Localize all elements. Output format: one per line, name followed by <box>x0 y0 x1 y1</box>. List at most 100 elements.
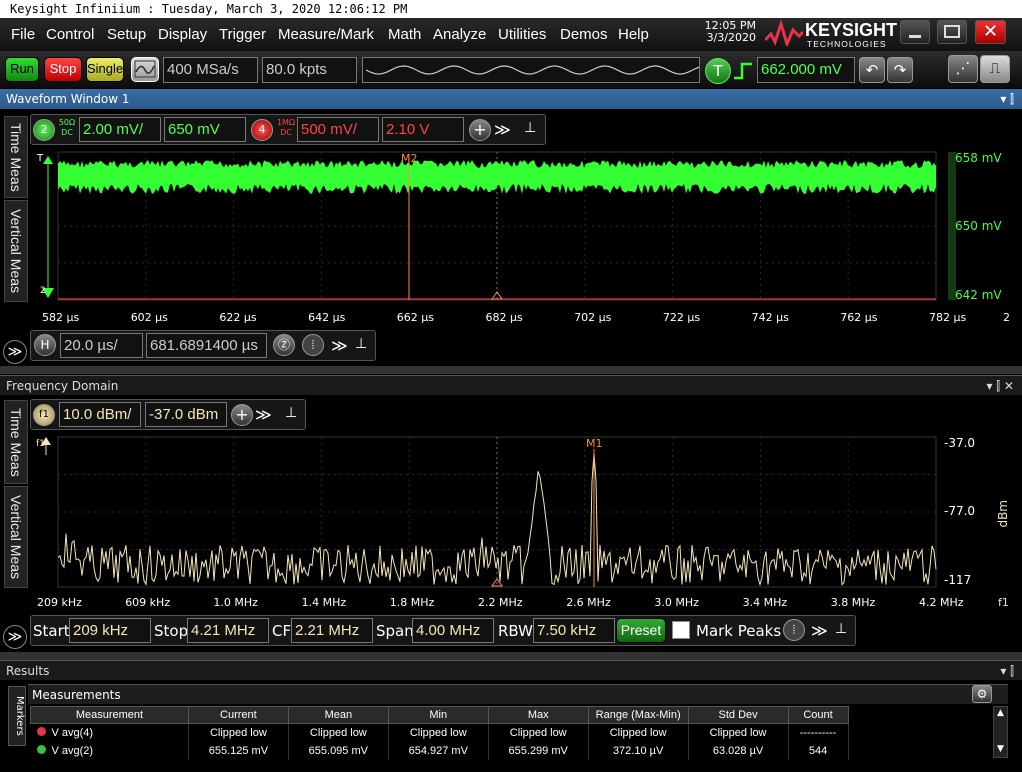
menu-display[interactable]: Display <box>158 26 207 43</box>
splitter[interactable] <box>0 366 1022 374</box>
logo-wave-icon <box>765 20 803 46</box>
marker-m2[interactable]: M2 <box>401 152 418 165</box>
minimize-button[interactable] <box>900 20 930 44</box>
undo-button[interactable]: ↶ <box>859 57 885 83</box>
waveform-graticule[interactable] <box>30 148 1022 308</box>
pin-freq-icon[interactable]: ⊥ <box>835 621 847 637</box>
time-scale-field[interactable]: 20.0 µs/ <box>60 333 143 358</box>
ch2-scale-field[interactable]: 2.00 mV/ <box>79 117 161 142</box>
time-position-field[interactable]: 681.6891400 µs <box>146 333 267 358</box>
ch4-scale-field[interactable]: 500 mV/ <box>297 117 379 142</box>
span-field[interactable]: 4.00 MHz <box>412 618 494 643</box>
col-max[interactable]: Max <box>487 706 589 724</box>
freq-window-controls[interactable]: ▾ ⫿ ✕ <box>986 376 1014 396</box>
memory-depth-field[interactable]: 80.0 kpts <box>262 57 357 83</box>
menu-utilities[interactable]: Utilities <box>498 26 546 43</box>
cell-std: 63.028 µV <box>688 741 789 760</box>
freq-tab-time-meas[interactable]: Time Meas <box>4 400 28 484</box>
sample-rate-field[interactable]: 400 MSa/s <box>163 57 258 83</box>
menu-help[interactable]: Help <box>618 26 649 43</box>
ch4-badge[interactable]: 4 <box>251 119 273 141</box>
center-frequency-field[interactable]: 2.21 MHz <box>291 618 373 643</box>
stop-field[interactable]: 4.21 MHz <box>187 618 269 643</box>
redo-button[interactable]: ↷ <box>887 57 913 83</box>
col-min[interactable]: Min <box>387 706 489 724</box>
pin-horizontal-icon[interactable]: ⊥ <box>355 336 367 352</box>
menu-control[interactable]: Control <box>46 26 94 43</box>
trigger-level-field[interactable]: 662.000 mV <box>757 57 855 83</box>
menu-setup[interactable]: Setup <box>107 26 146 43</box>
tab-time-meas[interactable]: Time Meas <box>4 116 28 198</box>
ch4-offset-field[interactable]: 2.10 V <box>382 117 464 142</box>
freq-tab-vertical-meas[interactable]: Vertical Meas <box>4 486 28 588</box>
menu-analyze[interactable]: Analyze <box>433 26 486 43</box>
pin-channel-icon[interactable]: ⊥ <box>524 120 536 136</box>
trigger-badge[interactable]: T <box>705 58 731 84</box>
expand-freq-icon[interactable]: ≫ <box>811 621 828 640</box>
waveform-window-title: Waveform Window 1 <box>6 92 130 106</box>
rising-edge-icon[interactable] <box>732 60 754 82</box>
f1-scale-field[interactable]: 10.0 dBm/ <box>59 402 141 427</box>
expand-horizontal-icon[interactable]: ≫ <box>331 336 348 355</box>
pin-f1-icon[interactable]: ⊥ <box>285 405 297 421</box>
freq-x-suffix: f1 <box>998 596 1009 609</box>
menu-math[interactable]: Math <box>388 26 421 43</box>
col-count[interactable]: Count <box>787 706 849 724</box>
settings-button[interactable]: ⚙ <box>972 685 992 703</box>
stop-button[interactable]: Stop <box>44 57 82 82</box>
markers-tab[interactable]: Markers <box>8 686 26 746</box>
col-std-dev[interactable]: Std Dev <box>687 706 789 724</box>
col-current[interactable]: Current <box>187 706 289 724</box>
autoscale-button[interactable] <box>131 57 159 82</box>
col-range[interactable]: Range (Max-Min) <box>587 706 689 724</box>
f1-badge[interactable]: f1 <box>33 404 55 426</box>
mark-peaks-checkbox[interactable] <box>672 621 690 639</box>
preset-button[interactable]: Preset <box>616 618 666 643</box>
results-scrollbar[interactable]: ▲ ▼ <box>993 706 1008 758</box>
pin-icon[interactable]: ▾ ⫿ <box>1000 89 1014 109</box>
close-button[interactable]: ✕ <box>975 20 1006 44</box>
navigate-freq-button[interactable]: ⦙ <box>783 619 805 641</box>
expand-side-icon[interactable]: ≫ <box>3 340 27 364</box>
table-row[interactable]: V avg(2) 655.125 mV 655.095 mV 654.927 m… <box>30 741 993 760</box>
touch-mode-button[interactable]: ⎍ <box>980 55 1010 83</box>
ch2-offset-field[interactable]: 650 mV <box>164 117 246 142</box>
marker-m1[interactable]: M1 <box>586 437 603 450</box>
measurements-bar: Measurements <box>28 684 1008 704</box>
spectrum-graticule[interactable] <box>30 433 1022 593</box>
time-tick-label: 742 µs <box>751 311 789 324</box>
waveform-overview[interactable] <box>362 57 700 83</box>
expand-icon[interactable]: ≫ <box>494 120 511 139</box>
run-button[interactable]: Run <box>5 57 39 82</box>
freq-window-header: Frequency Domain ▾ ⫿ ✕ <box>0 375 1022 395</box>
add-function-button[interactable]: + <box>231 404 253 426</box>
horizontal-badge[interactable]: H <box>34 334 56 356</box>
expand-f1-icon[interactable]: ≫ <box>255 405 272 424</box>
f1-offset-field[interactable]: -37.0 dBm <box>145 402 227 427</box>
layout-button[interactable]: ⋰ <box>948 55 978 83</box>
menu-measure-mark[interactable]: Measure/Mark <box>278 26 374 43</box>
menu-trigger[interactable]: Trigger <box>219 26 266 43</box>
freq-tick-label: 609 kHz <box>125 596 171 609</box>
measurements-table: Measurement Current Mean Min Max Range (… <box>30 706 992 760</box>
col-mean[interactable]: Mean <box>287 706 389 724</box>
rbw-field[interactable]: 7.50 kHz <box>533 618 615 643</box>
cell-mean: 655.095 mV <box>288 741 389 760</box>
ch4-badge-label: 4 <box>258 123 266 136</box>
start-field[interactable]: 209 kHz <box>69 618 151 643</box>
zoom-button[interactable]: Ⓩ <box>273 334 295 356</box>
maximize-button[interactable] <box>937 20 967 44</box>
ch2-badge[interactable]: 2 <box>33 119 55 141</box>
add-channel-button[interactable]: + <box>469 119 491 141</box>
results-controls[interactable]: ▾ ⫿ <box>1000 661 1014 681</box>
menu-file[interactable]: File <box>11 26 35 43</box>
splitter-2[interactable] <box>0 652 1022 660</box>
expand-freq-side-icon[interactable]: ≫ <box>3 625 27 649</box>
table-row[interactable]: V avg(4) Clipped low Clipped low Clipped… <box>30 723 993 742</box>
menu-demos[interactable]: Demos <box>560 26 608 43</box>
cell-range: Clipped low <box>588 723 689 742</box>
navigate-button[interactable]: ⦙ <box>302 334 324 356</box>
single-button[interactable]: Single <box>86 57 124 82</box>
col-measurement[interactable]: Measurement <box>30 706 189 724</box>
tab-vertical-meas[interactable]: Vertical Meas <box>4 200 28 302</box>
